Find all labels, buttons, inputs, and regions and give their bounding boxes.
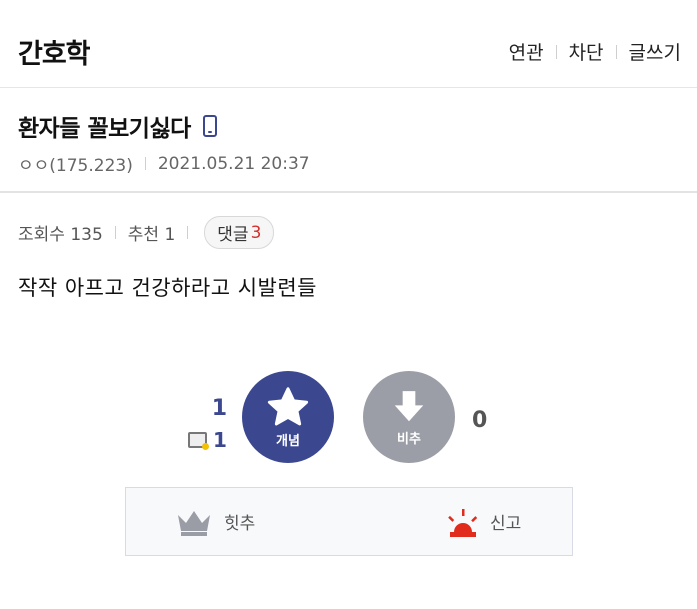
post-body: 작작 아프고 건강하라고 시발련들 (18, 276, 318, 300)
write-link[interactable]: 글쓰기 (629, 38, 681, 65)
upvote-label: 개념 (276, 433, 300, 449)
fixed-upvote: 1 (188, 428, 227, 452)
star-icon (267, 386, 309, 425)
divider (114, 226, 116, 239)
mini-vote-icon (188, 432, 209, 450)
post-meta: ㅇㅇ(175.223) 2021.05.21 20:37 (18, 151, 310, 177)
gallery-header: 간호학 연관 차단 글쓰기 (0, 0, 697, 88)
siren-icon (448, 508, 478, 537)
view-count: 조회수 135 (18, 225, 103, 245)
comments-label: 댓글 (217, 225, 249, 245)
report-label: 신고 (490, 514, 522, 534)
upvote-count: 1 (211, 396, 227, 421)
comments-count: 3 (250, 222, 262, 243)
divider (555, 44, 557, 59)
report-button[interactable]: 신고 (446, 488, 521, 555)
hit-recommend-button[interactable]: 힛추 (174, 488, 255, 555)
upvote-button[interactable]: 개념 (242, 371, 334, 463)
recommend-count: 추천 1 (127, 225, 176, 245)
arrow-down-icon (394, 390, 424, 421)
post-title: 환자들 꼴보기싫다 (18, 116, 191, 142)
divider (615, 44, 617, 59)
post-date: 2021.05.21 20:37 (157, 153, 310, 174)
downvote-label: 비추 (397, 431, 421, 447)
fixed-upvote-count: 1 (213, 428, 227, 452)
divider (187, 226, 189, 239)
post-header: 환자들 꼴보기싫다 ㅇㅇ(175.223) 2021.05.21 20:37 (0, 89, 697, 193)
downvote-count: 0 (472, 408, 488, 433)
post-title-row: 환자들 꼴보기싫다 (18, 109, 217, 143)
hit-recommend-label: 힛추 (224, 514, 256, 534)
post-author[interactable]: ㅇㅇ(175.223) (18, 151, 133, 176)
phone-icon (202, 115, 217, 137)
block-link[interactable]: 차단 (569, 38, 604, 65)
related-link[interactable]: 연관 (509, 38, 544, 65)
comments-button[interactable]: 댓글 3 (204, 216, 275, 249)
action-bar: 힛추 신고 (125, 487, 573, 556)
gallery-title[interactable]: 간호학 (18, 32, 91, 71)
downvote-button[interactable]: 비추 (363, 371, 455, 463)
crown-icon (178, 510, 210, 536)
divider (144, 157, 146, 170)
header-menu: 연관 차단 글쓰기 (509, 38, 681, 65)
vote-area: 1 1 개념 비추 0 (0, 370, 697, 470)
post-stats: 조회수 135 추천 1 댓글 3 (18, 216, 275, 249)
